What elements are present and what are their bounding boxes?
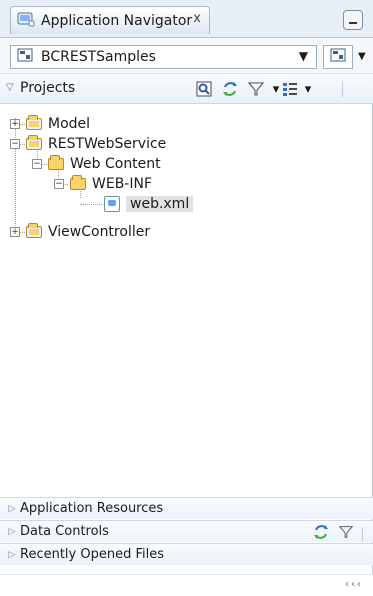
tree-node-web-xml[interactable]: web.xml [104,194,194,214]
accordion-label: Application Resources [20,501,164,516]
collapse-icon[interactable]: − [54,179,64,189]
application-name: BCRESTSamples [41,49,156,65]
tab-application-navigator[interactable]: Application Navigator x [10,6,210,34]
accordion-data-controls[interactable]: ▷ Data Controls [0,520,373,542]
application-icon [17,48,33,66]
node-label: Model [48,116,91,132]
application-select[interactable]: BCRESTSamples ▼ [10,45,317,69]
accordion-label: Data Controls [20,524,109,539]
status-bar: ‹‹‹ [0,574,373,596]
accordion-recently-opened-files[interactable]: ▷ Recently Opened Files [0,543,373,565]
search-filter-icon[interactable] [194,79,214,99]
node-label: RESTWebService [48,136,167,152]
xml-file-icon [104,196,120,212]
data-controls-tools [312,523,363,545]
funnel-icon[interactable] [338,524,354,544]
node-label: web.xml [126,196,194,212]
projects-label: Projects [20,80,76,96]
chevron-down-icon: ▼ [298,49,308,63]
minimize-button[interactable] [343,10,363,30]
expand-icon[interactable]: + [10,119,20,129]
accordion-application-resources[interactable]: ▷ Application Resources [0,497,373,519]
scroll-left-icon[interactable]: ‹‹‹ [345,579,363,590]
node-label: ViewController [48,224,151,240]
project-folder-icon [26,223,42,238]
tree-node-restwebservice[interactable]: − RESTWebService [10,134,166,154]
sync-icon[interactable] [312,523,330,545]
chevron-down-icon[interactable]: ▼ [358,51,366,62]
project-folder-icon [26,115,42,130]
tab-bar: Application Navigator x [0,0,373,38]
expand-icon[interactable]: + [10,227,20,237]
folder-icon [70,175,86,190]
collapse-triangle-icon[interactable]: ▽ [6,82,14,93]
toolbar-separator [362,527,363,541]
toolbar-separator [342,81,343,97]
project-folder-icon [26,135,42,150]
tree-node-viewcontroller[interactable]: + ViewController [10,222,150,242]
layout-dropdown-icon[interactable]: ▾ [298,79,318,99]
expand-triangle-icon: ▷ [8,503,16,514]
expand-triangle-icon: ▷ [8,549,16,560]
node-label: WEB-INF [92,176,152,192]
expand-triangle-icon: ▷ [8,526,16,537]
tree-node-model[interactable]: + Model [10,114,90,134]
navigator-icon [17,11,35,31]
close-icon[interactable]: x [193,11,201,26]
tree-connector [80,204,102,205]
collapse-icon[interactable]: − [10,139,20,149]
project-tree[interactable]: + Model − RESTWebService − Web Content −… [0,104,373,494]
application-selector-row: BCRESTSamples ▼ ▼ [0,38,373,74]
folder-icon [48,155,64,170]
application-menu-button[interactable] [323,45,353,69]
sync-icon[interactable] [220,79,240,99]
layout-icon[interactable] [280,79,300,99]
tree-node-web-content[interactable]: − Web Content [32,154,161,174]
application-navigator-panel: Application Navigator x BCRESTSamples ▼ [0,0,373,596]
node-label: Web Content [70,156,161,172]
collapse-icon[interactable]: − [32,159,42,169]
projects-header: ▽ Projects ▾ ▾ [0,74,373,104]
accordion-label: Recently Opened Files [20,547,164,562]
funnel-icon[interactable] [246,79,266,99]
application-menu-icon [330,48,346,66]
tree-node-web-inf[interactable]: − WEB-INF [54,174,152,194]
tab-title: Application Navigator [41,12,193,29]
